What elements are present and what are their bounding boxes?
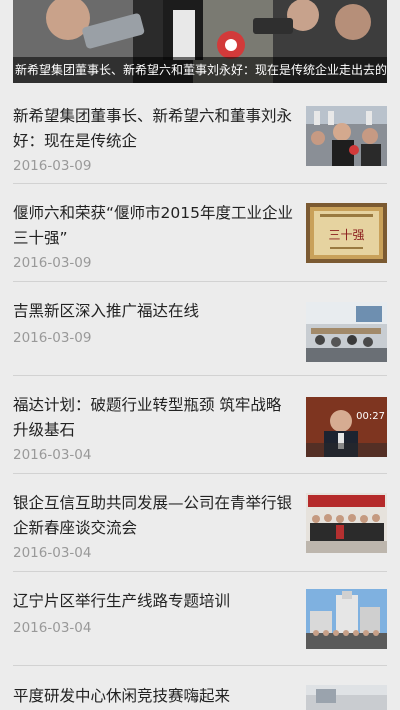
news-title: 平度研发中心休闲竞技赛嗨起来 <box>13 687 231 705</box>
list-item[interactable]: 福达计划：破题行业转型瓶颈 筑牢战略升级基石 2016-03-04 00:27 <box>0 376 400 474</box>
news-title: 偃师六和荣获“偃师市2015年度工业企业三十强” <box>13 204 293 247</box>
list-item[interactable]: 新希望集团董事长、新希望六和董事刘永好：现在是传统企 2016-03-09 <box>0 87 400 184</box>
news-thumbnail <box>306 302 387 362</box>
video-thumbnail[interactable]: 00:27 <box>306 397 387 457</box>
plaque-text: 三十强 <box>328 228 364 242</box>
hero-caption: 新希望集团董事长、新希望六和董事刘永好：现在是传统企业走出去的好 <box>13 57 387 83</box>
news-feed-screen: 新希望集团董事长、新希望六和董事刘永好：现在是传统企业走出去的好 新希望集团董事… <box>0 0 400 710</box>
news-thumbnail <box>306 685 387 710</box>
news-title: 新希望集团董事长、新希望六和董事刘永好：现在是传统企 <box>13 107 293 150</box>
news-date: 2016-03-09 <box>13 158 92 174</box>
news-title: 福达计划：破题行业转型瓶颈 筑牢战略升级基石 <box>13 396 282 439</box>
list-item[interactable]: 银企互信互助共同发展—公司在青举行银企新春座谈交流会 2016-03-04 <box>0 474 400 572</box>
list-item[interactable]: 偃师六和荣获“偃师市2015年度工业企业三十强” 2016-03-09 三十强 <box>0 184 400 282</box>
news-date: 2016-03-04 <box>13 447 92 463</box>
list-item[interactable]: 吉黑新区深入推广福达在线 2016-03-09 <box>0 282 400 376</box>
video-duration: 00:27 <box>356 411 385 422</box>
news-date: 2016-03-09 <box>13 330 92 346</box>
news-thumbnail <box>306 106 387 166</box>
news-title: 辽宁片区举行生产线路专题培训 <box>13 592 231 610</box>
news-list: 新希望集团董事长、新希望六和董事刘永好：现在是传统企 2016-03-09 偃师… <box>0 87 400 710</box>
news-thumbnail: 三十强 <box>306 203 387 263</box>
news-thumbnail <box>306 589 387 649</box>
list-item[interactable]: 辽宁片区举行生产线路专题培训 2016-03-04 <box>0 572 400 666</box>
news-thumbnail <box>306 493 387 553</box>
news-date: 2016-03-09 <box>13 255 92 271</box>
news-title: 银企互信互助共同发展—公司在青举行银企新春座谈交流会 <box>13 494 293 537</box>
news-date: 2016-03-04 <box>13 545 92 561</box>
hero-banner[interactable]: 新希望集团董事长、新希望六和董事刘永好：现在是传统企业走出去的好 <box>13 0 387 83</box>
news-title: 吉黑新区深入推广福达在线 <box>13 302 200 320</box>
list-item[interactable]: 平度研发中心休闲竞技赛嗨起来 <box>0 666 400 710</box>
news-date: 2016-03-04 <box>13 620 92 636</box>
